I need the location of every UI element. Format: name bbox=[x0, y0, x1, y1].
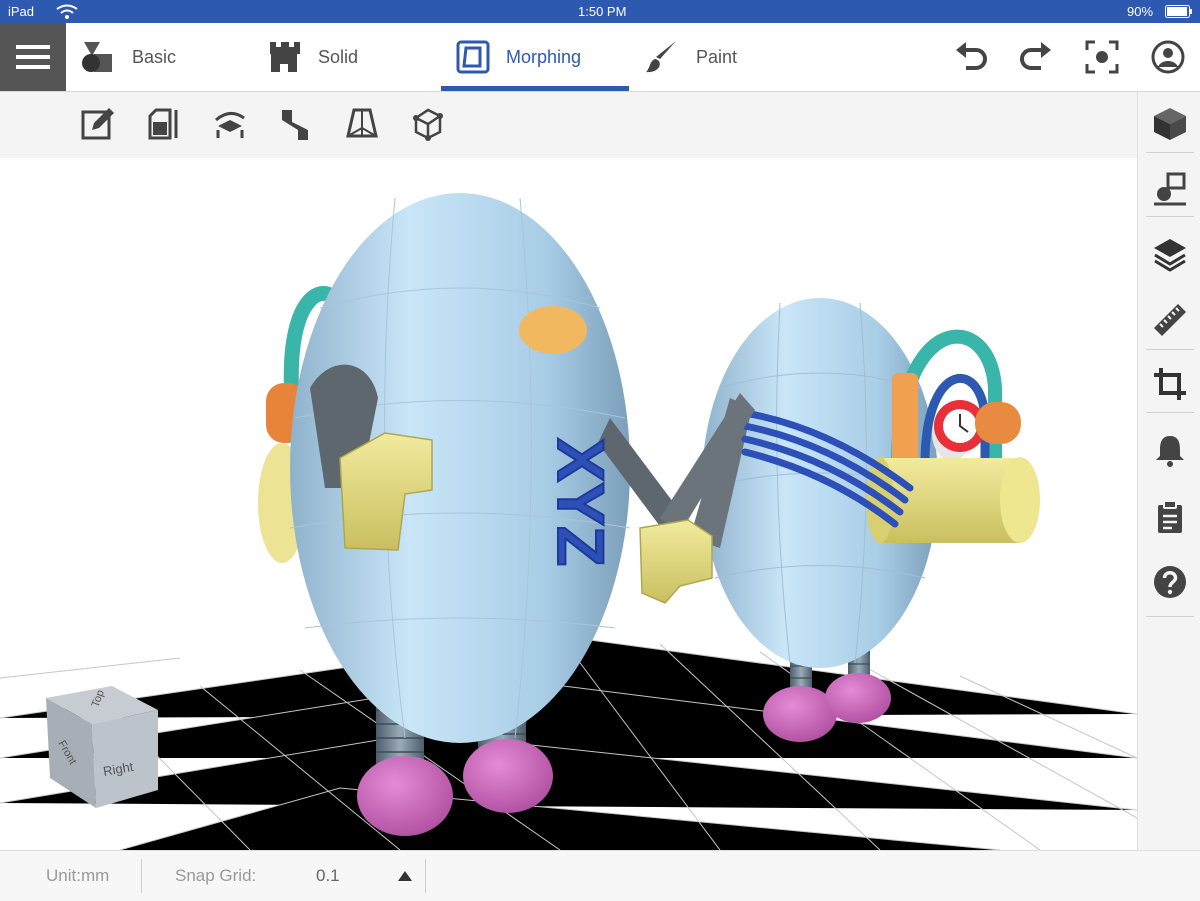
undo-icon bbox=[956, 42, 987, 70]
battery-icon bbox=[1165, 5, 1192, 18]
bell-icon bbox=[1156, 436, 1184, 467]
taper-icon bbox=[346, 108, 378, 138]
model-text-xyz: XYZ bbox=[544, 438, 618, 566]
tab-label-morphing: Morphing bbox=[506, 46, 582, 67]
status-bar: iPad 1:50 PM 90% bbox=[0, 0, 1200, 23]
snap-grid-value[interactable]: 0.1 bbox=[316, 866, 340, 886]
morph-toolbar bbox=[0, 92, 1137, 158]
extrude-tool-button[interactable] bbox=[146, 106, 182, 142]
cube-button[interactable] bbox=[1150, 104, 1190, 144]
morph-square-icon bbox=[456, 40, 490, 74]
snap-grid-label: Snap Grid: bbox=[175, 866, 257, 885]
account-icon bbox=[1151, 40, 1185, 74]
shape-import-button[interactable] bbox=[1150, 168, 1190, 208]
help-button[interactable] bbox=[1150, 562, 1190, 602]
battery-percent: 90% bbox=[1127, 4, 1154, 19]
extrude-icon bbox=[148, 108, 178, 140]
scene-canvas: XYZ Top Front Right bbox=[0, 193, 1137, 850]
twist-icon bbox=[215, 112, 245, 138]
top-toolbar: Basic Solid Morphing Paint bbox=[0, 23, 1200, 92]
crop-icon bbox=[1154, 368, 1186, 400]
bend-icon bbox=[282, 110, 308, 140]
right-sidebar bbox=[1137, 92, 1200, 850]
edit-tool-button[interactable] bbox=[80, 106, 116, 142]
layers-icon bbox=[1154, 239, 1186, 272]
notifications-button[interactable] bbox=[1150, 430, 1190, 470]
lattice-icon bbox=[413, 108, 443, 141]
bend-tool-button[interactable] bbox=[278, 106, 314, 142]
clipboard-button[interactable] bbox=[1150, 497, 1190, 537]
active-tab-indicator bbox=[441, 86, 629, 91]
castle-icon bbox=[270, 42, 300, 72]
crop-button[interactable] bbox=[1150, 364, 1190, 404]
redo-icon bbox=[1020, 42, 1051, 70]
clock: 1:50 PM bbox=[578, 4, 627, 19]
tab-label-solid: Solid bbox=[318, 46, 359, 67]
focus-icon bbox=[1085, 40, 1119, 74]
shape-import-icon bbox=[1154, 172, 1186, 206]
ruler-icon bbox=[1154, 304, 1186, 336]
undo-button[interactable] bbox=[953, 39, 989, 75]
twist-tool-button[interactable] bbox=[212, 106, 248, 142]
wifi-icon bbox=[56, 4, 78, 19]
tab-basic[interactable]: Basic bbox=[80, 23, 176, 91]
tab-morphing[interactable]: Morphing bbox=[456, 23, 581, 91]
taper-tool-button[interactable] bbox=[344, 106, 380, 142]
unit-label: Unit:mm bbox=[46, 866, 110, 885]
hamburger-icon bbox=[16, 45, 50, 69]
focus-button[interactable] bbox=[1084, 39, 1120, 75]
paintbrush-icon bbox=[646, 41, 676, 73]
3d-viewport[interactable]: XYZ Top Front Right bbox=[0, 158, 1137, 850]
account-button[interactable] bbox=[1150, 39, 1186, 75]
snap-grid-stepper-up-icon[interactable] bbox=[398, 871, 412, 881]
bottom-status-bar: Unit:mm Snap Grid: 0.1 bbox=[0, 850, 1200, 901]
clipboard-icon bbox=[1158, 500, 1182, 533]
shapes-icon bbox=[82, 42, 112, 72]
hamburger-menu-button[interactable] bbox=[0, 23, 66, 91]
lattice-tool-button[interactable] bbox=[410, 106, 446, 142]
help-icon bbox=[1154, 566, 1186, 598]
tab-label-paint: Paint bbox=[696, 46, 738, 67]
redo-button[interactable] bbox=[1018, 39, 1054, 75]
tab-label-basic: Basic bbox=[132, 46, 177, 67]
tab-solid[interactable]: Solid bbox=[268, 23, 358, 91]
layers-button[interactable] bbox=[1150, 234, 1190, 274]
tab-paint[interactable]: Paint bbox=[644, 23, 737, 91]
ruler-button[interactable] bbox=[1150, 300, 1190, 340]
view-cube[interactable]: Top Front Right bbox=[46, 686, 158, 808]
cube-icon bbox=[1154, 108, 1186, 140]
edit-icon bbox=[81, 108, 114, 140]
device-name: iPad bbox=[8, 4, 35, 19]
